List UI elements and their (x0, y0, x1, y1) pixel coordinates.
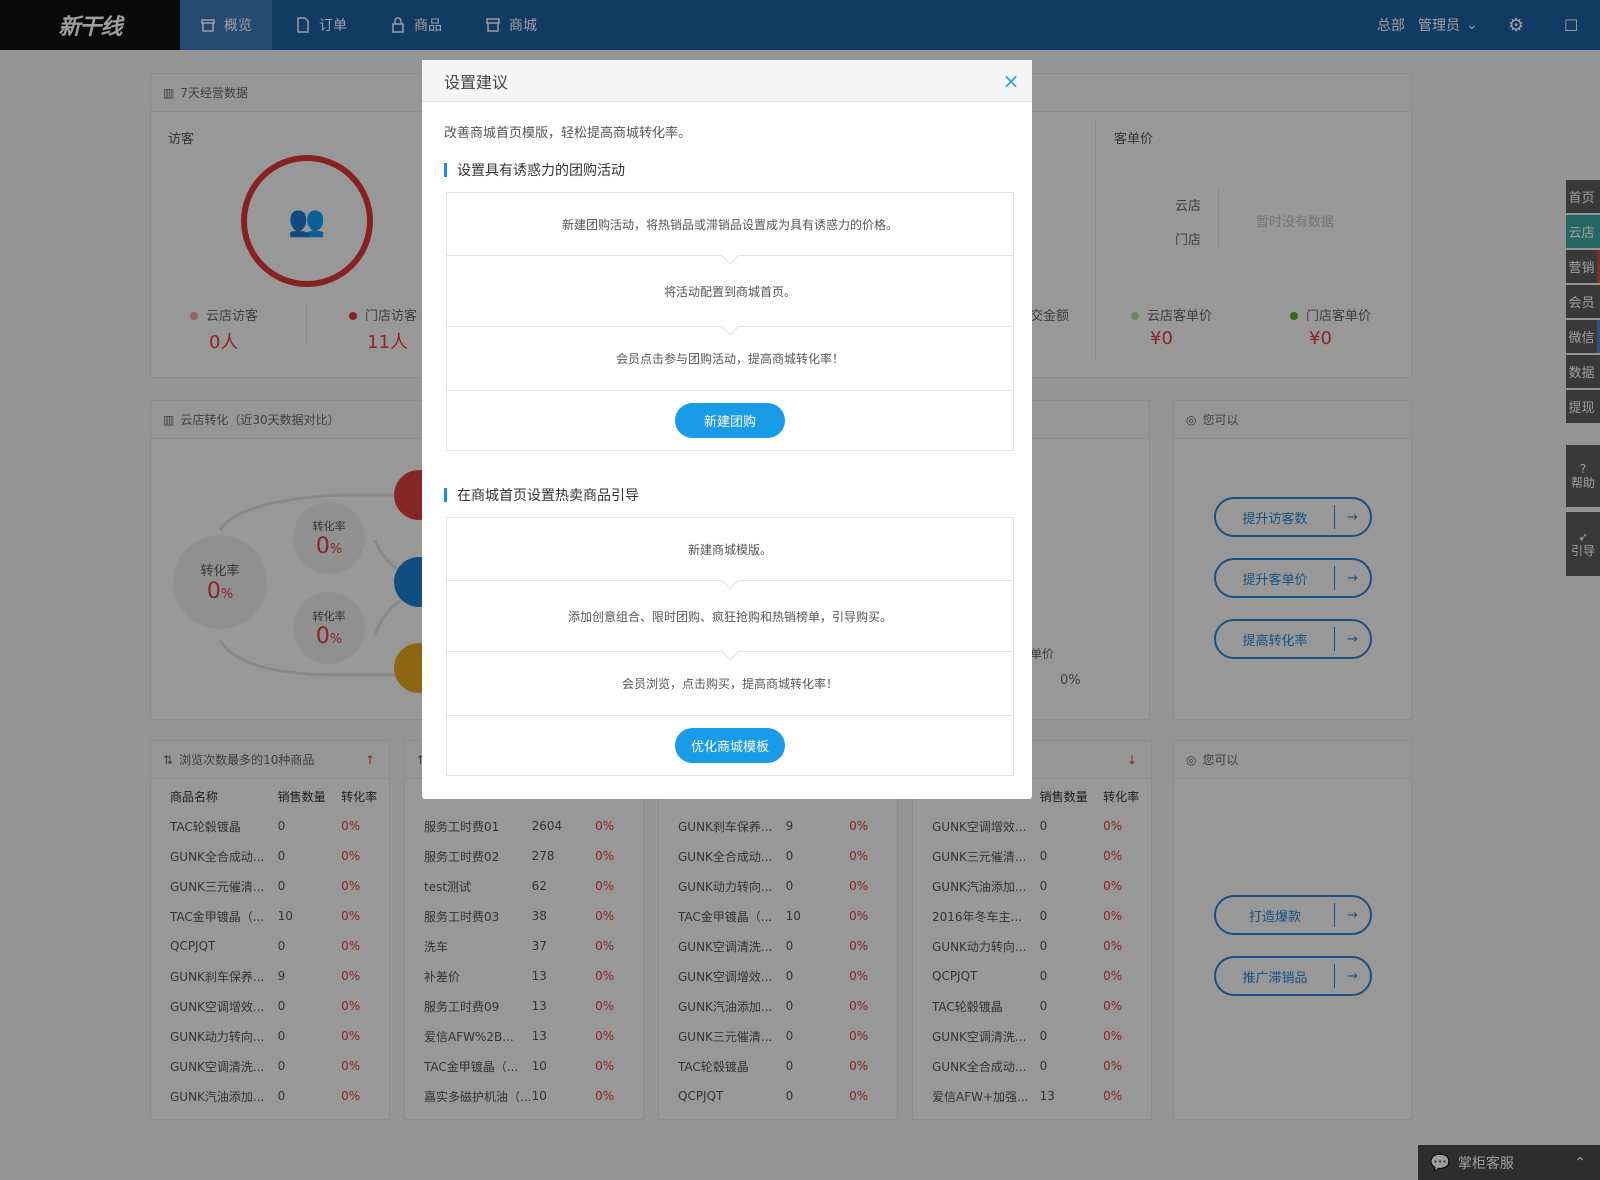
modal-step: 新建商城模版。 (447, 518, 1013, 590)
modal-step: 添加创意组合、限时团购、疯狂抢购和热销榜单，引导购买。 (447, 581, 1013, 661)
modal-steps-box: 新建商城模版。 添加创意组合、限时团购、疯狂抢购和热销榜单，引导购买。 会员浏览，点… (446, 517, 1014, 776)
modal-intro: 改善商城首页模版，轻松提高商城转化率。 (444, 126, 692, 141)
new-group-buy-button[interactable]: 新建团购 (675, 403, 785, 438)
modal-title: 设置建议 (444, 72, 509, 92)
optimize-template-button[interactable]: 优化商城模板 (675, 728, 785, 763)
close-icon[interactable]: × (1000, 70, 1022, 92)
modal-step: 会员点击参与团购活动，提高商城转化率！ (447, 327, 1013, 391)
modal-steps-box: 新建团购活动，将热销品或滞销品设置成为具有诱惑力的价格。 将活动配置到商城首页。会… (446, 192, 1014, 451)
modal-section-title: 在商城首页设置热卖商品引导 (444, 485, 639, 505)
modal-section-title: 设置具有诱惑力的团购活动 (444, 160, 625, 180)
modal-step: 新建团购活动，将热销品或滞销品设置成为具有诱惑力的价格。 (447, 193, 1013, 265)
modal-header: 设置建议 (422, 60, 1032, 102)
modal-step: 将活动配置到商城首页。 (447, 256, 1013, 336)
modal-step: 会员浏览，点击购买，提高商城转化率！ (447, 652, 1013, 716)
setting-suggestion-modal: 设置建议 × 改善商城首页模版，轻松提高商城转化率。 设置具有诱惑力的团购活动新… (422, 60, 1032, 799)
